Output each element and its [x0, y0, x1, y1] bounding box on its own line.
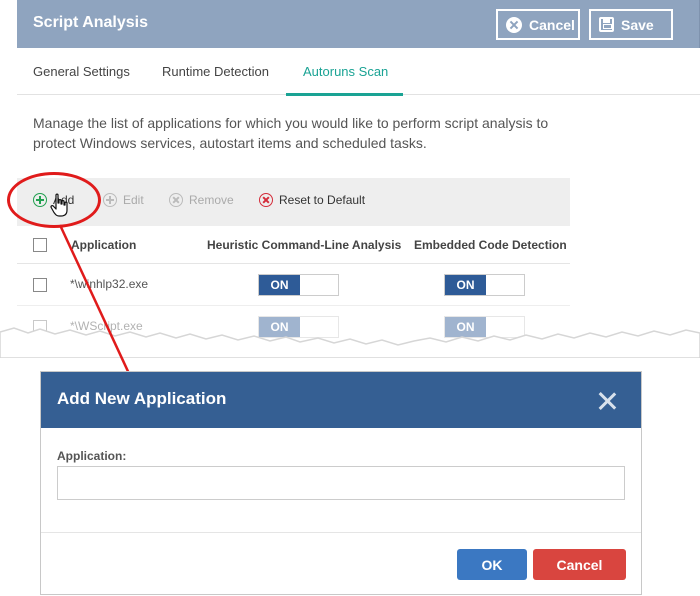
close-icon[interactable]	[597, 391, 617, 411]
edit-button-label: Edit	[123, 193, 144, 207]
tab-bar: General Settings Runtime Detection Autor…	[17, 48, 700, 96]
toggle-on-label: ON	[259, 275, 300, 295]
panel-title: Script Analysis	[33, 14, 149, 31]
edit-circle-icon	[103, 193, 117, 207]
heuristic-toggle[interactable]: ON	[258, 274, 339, 296]
row-checkbox[interactable]	[33, 278, 47, 292]
column-embedded: Embedded Code Detection	[414, 238, 567, 252]
reset-circle-icon	[259, 193, 273, 207]
dialog-title: Add New Application	[57, 389, 227, 408]
cancel-button-label: Cancel	[529, 16, 575, 33]
cancel-button[interactable]: Cancel	[496, 9, 580, 40]
table-header: Application Heuristic Command-Line Analy…	[17, 226, 570, 264]
application-field-label: Application:	[57, 449, 127, 463]
panel-header: Script Analysis Cancel Save	[17, 0, 700, 48]
ok-button[interactable]: OK	[457, 549, 527, 580]
table-row: *\winhlp32.exe ON ON	[17, 264, 570, 306]
remove-circle-icon	[169, 193, 183, 207]
remove-button-label: Remove	[189, 193, 234, 207]
hand-cursor-icon	[50, 193, 68, 217]
edit-button[interactable]: Edit	[103, 193, 144, 207]
application-input[interactable]	[57, 466, 625, 500]
cancel-circle-icon	[506, 16, 522, 33]
tab-runtime-detection[interactable]: Runtime Detection	[162, 64, 269, 79]
script-analysis-panel: Script Analysis Cancel Save General Sett…	[17, 0, 700, 360]
reset-to-default-button[interactable]: Reset to Default	[259, 193, 365, 207]
dialog-header: Add New Application	[41, 372, 641, 428]
tab-autoruns-scan[interactable]: Autoruns Scan	[303, 64, 388, 79]
save-button[interactable]: Save	[589, 9, 673, 40]
tab-general-settings[interactable]: General Settings	[33, 64, 130, 79]
save-button-label: Save	[621, 16, 654, 33]
column-application: Application	[71, 238, 137, 252]
remove-button[interactable]: Remove	[169, 193, 234, 207]
embedded-toggle[interactable]: ON	[444, 274, 525, 296]
add-application-dialog: Add New Application Application: OK Canc…	[40, 371, 642, 595]
floppy-disk-icon	[599, 17, 614, 32]
description-text: Manage the list of applications for whic…	[33, 115, 549, 151]
dialog-footer-divider	[41, 532, 641, 533]
reset-button-label: Reset to Default	[279, 193, 366, 207]
select-all-checkbox[interactable]	[33, 238, 47, 252]
column-heuristic: Heuristic Command-Line Analysis	[207, 238, 402, 252]
toggle-on-label: ON	[445, 275, 486, 295]
active-tab-indicator	[286, 93, 403, 96]
torn-edge-divider	[0, 327, 700, 358]
dialog-cancel-button[interactable]: Cancel	[533, 549, 626, 580]
application-name: *\winhlp32.exe	[70, 277, 149, 291]
